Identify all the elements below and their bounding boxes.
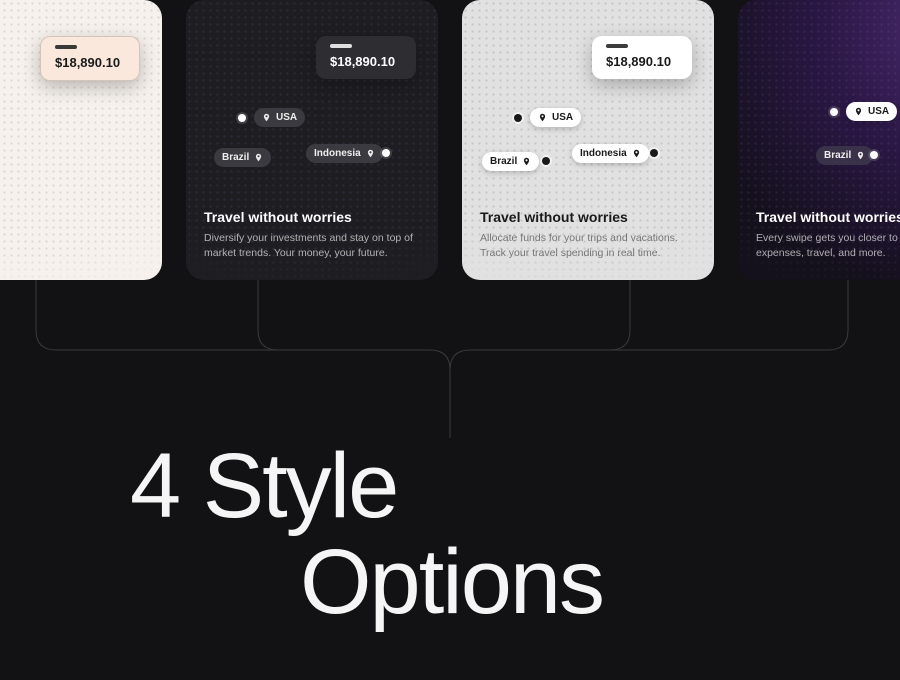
headline: 4 Style Options (0, 440, 900, 628)
map-dot (514, 114, 522, 122)
style-card-dark: $18,890.10 USA Brazil Indonesia Travel w… (186, 0, 438, 280)
pin-icon (262, 113, 271, 122)
country-chip-indonesia: Indonesia (572, 144, 649, 163)
pin-icon (254, 153, 263, 162)
map-dot (238, 114, 246, 122)
headline-line2: Options (300, 536, 900, 628)
map-dot (870, 151, 878, 159)
map-dot (830, 108, 838, 116)
map-dot (382, 149, 390, 157)
pin-icon (854, 107, 863, 116)
balance-badge: $18,890.10 (592, 36, 692, 79)
pin-icon (856, 151, 865, 160)
pin-icon (522, 157, 531, 166)
card-text: on (0, 246, 144, 262)
map-dot (542, 157, 550, 165)
card-text: Travel without worries Allocate funds fo… (480, 209, 696, 263)
map-dot (650, 149, 658, 157)
headline-line1: 4 Style (130, 440, 900, 532)
card-desc: Allocate funds for your trips and vacati… (480, 231, 696, 263)
card-text: Travel without worries Every swipe gets … (756, 209, 900, 263)
balance-badge: $18,890.10 (40, 36, 140, 81)
country-chip-brazil: Brazil (214, 148, 271, 167)
country-chip-indonesia: Indonesia (306, 144, 383, 163)
style-card-purple: USA Brazil Travel without worries Every … (738, 0, 900, 280)
balance-value: $18,890.10 (55, 55, 120, 70)
pin-icon (366, 149, 375, 158)
card-desc: Every swipe gets you closer to rewards, … (756, 231, 900, 263)
balance-badge: $18,890.10 (316, 36, 416, 79)
connector-lines (0, 280, 900, 440)
country-chip-brazil: Brazil (482, 152, 539, 171)
country-chip-usa: USA (530, 108, 581, 127)
country-chip-brazil: Brazil (816, 146, 873, 165)
card-title: Travel without worries (480, 209, 696, 225)
balance-value: $18,890.10 (606, 54, 671, 69)
card-title: Travel without worries (756, 209, 900, 225)
card-desc: Diversify your investments and stay on t… (204, 231, 420, 263)
style-card-grey: $18,890.10 USA Brazil Indonesia Travel w… (462, 0, 714, 280)
card-text: Travel without worries Diversify your in… (204, 209, 420, 263)
pin-icon (538, 113, 547, 122)
card-title: Travel without worries (204, 209, 420, 225)
pin-icon (632, 149, 641, 158)
country-chip-usa: USA (254, 108, 305, 127)
country-chip-usa: USA (846, 102, 897, 121)
cards-row: $18,890.10 Indonesia on $18,890.10 USA B… (0, 0, 900, 280)
card-desc: on (0, 246, 144, 262)
style-card-light: $18,890.10 Indonesia on (0, 0, 162, 280)
balance-value: $18,890.10 (330, 54, 395, 69)
